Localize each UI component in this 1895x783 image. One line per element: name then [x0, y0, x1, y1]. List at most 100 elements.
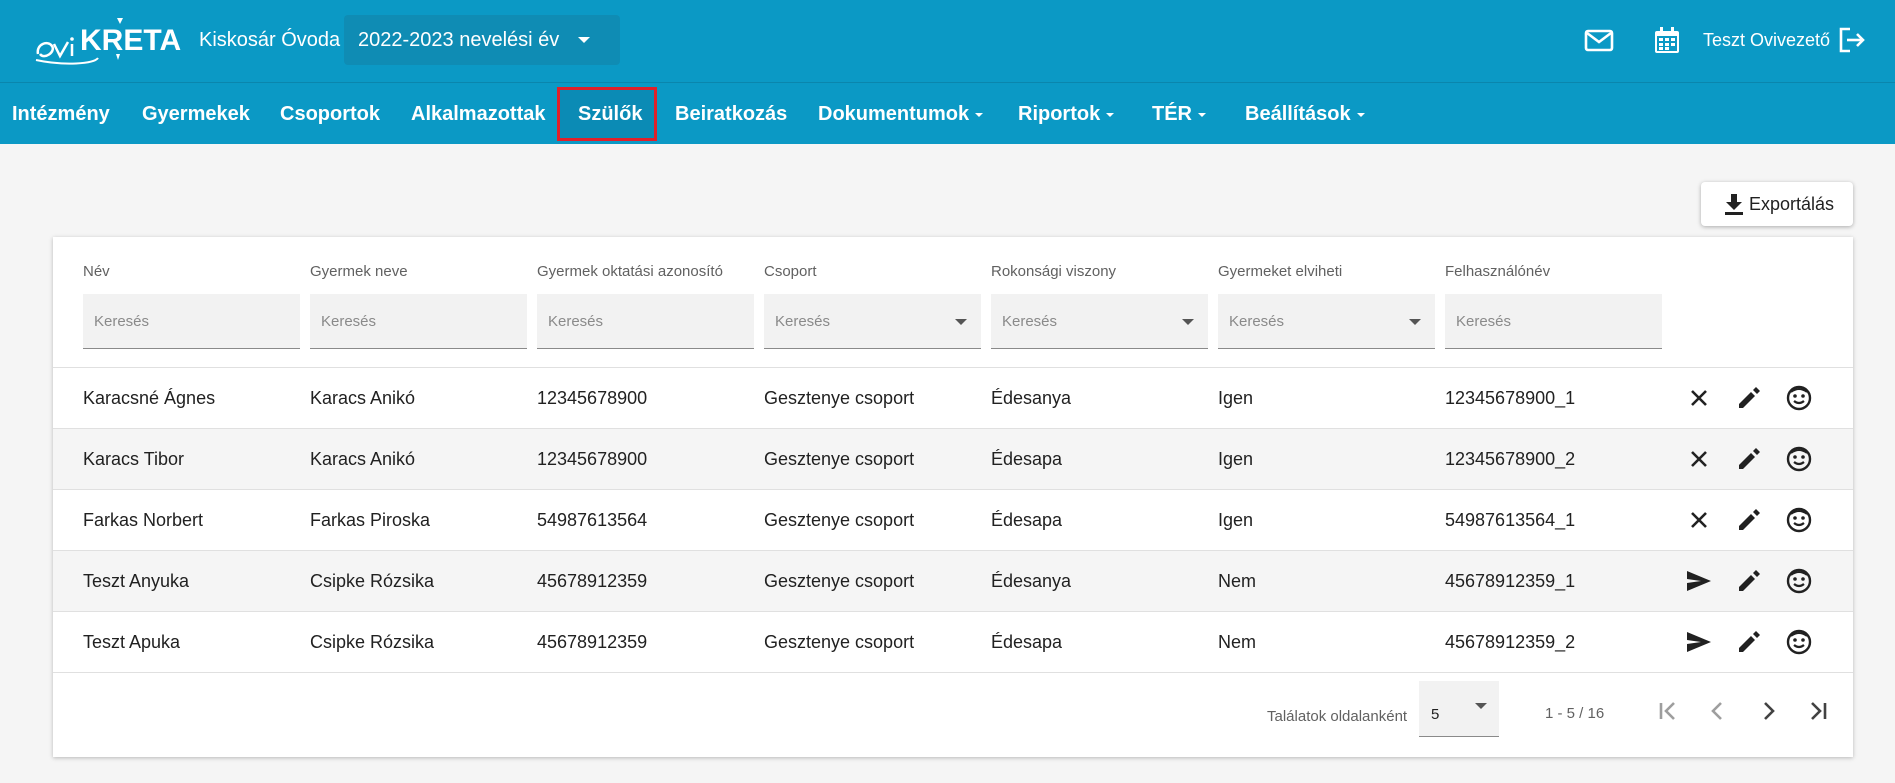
cell-username: 12345678900_1 — [1445, 388, 1576, 408]
per-page-value: 5 — [1431, 706, 1440, 723]
edit-icon[interactable] — [1735, 628, 1763, 656]
main-nav: Intézmény Gyermekek Csoportok Alkalmazot… — [0, 82, 1895, 144]
close-icon[interactable] — [1685, 506, 1713, 534]
nav-item-riportok[interactable]: Riportok — [1018, 83, 1115, 145]
nav-item-beallitasok[interactable]: Beállítások — [1245, 83, 1365, 145]
cell-child-id: 54987613564 — [537, 510, 648, 530]
cell-name: Farkas Norbert — [83, 510, 204, 530]
nav-item-alkalmazottak[interactable]: Alkalmazottak — [411, 83, 546, 145]
cell-child-name: Csipke Rózsika — [310, 571, 435, 591]
export-button[interactable]: Exportálás — [1701, 182, 1853, 226]
school-year-select[interactable]: 2022-2023 nevelési év — [344, 15, 620, 65]
per-page-select[interactable]: 5 — [1419, 681, 1499, 737]
column-header-name[interactable]: Név — [83, 263, 110, 280]
next-page-icon[interactable] — [1753, 696, 1783, 726]
face-icon[interactable] — [1785, 506, 1813, 534]
caret-down-icon — [1198, 112, 1206, 117]
user-name[interactable]: Teszt Ovivezető — [1703, 30, 1830, 51]
chevron-down-icon — [578, 37, 590, 43]
download-icon — [1723, 192, 1745, 216]
cell-child-name: Karacs Anikó — [310, 388, 416, 408]
nav-item-intezmeny[interactable]: Intézmény — [12, 83, 110, 145]
cell-can-pick-up: Nem — [1218, 571, 1257, 591]
send-icon[interactable] — [1685, 567, 1713, 595]
filter-can-pick-up-select[interactable] — [1218, 294, 1435, 348]
cell-child-id: 12345678900 — [537, 388, 648, 408]
caret-down-icon — [975, 112, 984, 117]
column-header-group[interactable]: Csoport — [764, 263, 817, 280]
cell-username: 54987613564_1 — [1445, 510, 1576, 530]
table-row: Teszt Apuka Csipke Rózsika 45678912359 Gesz… — [53, 612, 1853, 673]
face-icon[interactable] — [1785, 384, 1813, 412]
cell-can-pick-up: Igen — [1218, 388, 1254, 408]
nav-label: Intézmény — [12, 103, 110, 125]
filter-relation-select[interactable] — [991, 294, 1208, 348]
edit-icon[interactable] — [1735, 445, 1763, 473]
chevron-down-icon — [955, 319, 967, 325]
table-row: Karacs Tibor Karacs Anikó 12345678900 Geszt… — [53, 429, 1853, 490]
nav-item-dokumentumok[interactable]: Dokumentumok — [818, 83, 984, 145]
edit-icon[interactable] — [1735, 384, 1763, 412]
nav-item-beiratkozas[interactable]: Beiratkozás — [675, 83, 787, 145]
cell-relation: Édesanya — [991, 571, 1072, 591]
filter-child-name-input[interactable] — [310, 294, 527, 348]
institution-name: Kiskosár Óvoda — [199, 29, 341, 51]
cell-can-pick-up: Igen — [1218, 510, 1254, 530]
cell-relation: Édesapa — [991, 449, 1063, 469]
face-icon[interactable] — [1785, 567, 1813, 595]
nav-item-szulok[interactable]: Szülők — [578, 83, 642, 145]
filter-child-id — [537, 294, 754, 349]
edit-icon[interactable] — [1735, 567, 1763, 595]
first-page-icon[interactable] — [1653, 696, 1683, 726]
ovikreta-logo[interactable]: KRETA — [34, 14, 184, 66]
cell-name: Teszt Anyuka — [83, 571, 190, 591]
logout-icon[interactable] — [1836, 24, 1868, 56]
cell-relation: Édesapa — [991, 510, 1063, 530]
prev-page-icon[interactable] — [1703, 696, 1733, 726]
edit-icon[interactable] — [1735, 506, 1763, 534]
filter-username-input[interactable] — [1445, 294, 1662, 348]
cell-relation: Édesanya — [991, 388, 1072, 408]
cell-child-name: Csipke Rózsika — [310, 632, 435, 652]
cell-group: Gesztenye csoport — [764, 632, 915, 652]
face-icon[interactable] — [1785, 445, 1813, 473]
cell-username: 45678912359_1 — [1445, 571, 1576, 591]
column-header-username[interactable]: Felhasználónév — [1445, 263, 1550, 280]
last-page-icon[interactable] — [1803, 696, 1833, 726]
column-header-relation[interactable]: Rokonsági viszony — [991, 263, 1116, 280]
face-icon[interactable] — [1785, 628, 1813, 656]
caret-down-icon — [1356, 112, 1365, 117]
nav-item-csoportok[interactable]: Csoportok — [280, 83, 380, 145]
filter-child-id-input[interactable] — [537, 294, 754, 348]
column-header-child-name[interactable]: Gyermek neve — [310, 263, 408, 280]
school-year-value: 2022-2023 nevelési év — [358, 29, 560, 51]
calendar-icon[interactable] — [1651, 24, 1683, 56]
close-icon[interactable] — [1685, 445, 1713, 473]
cell-name: Karacs Tibor — [83, 449, 185, 469]
mail-icon[interactable] — [1583, 24, 1615, 56]
chevron-down-icon — [1475, 703, 1487, 709]
filter-username — [1445, 294, 1662, 349]
cell-group: Gesztenye csoport — [764, 571, 915, 591]
chevron-down-icon — [1182, 319, 1194, 325]
filter-group — [764, 294, 981, 349]
cell-child-name: Farkas Piroska — [310, 510, 431, 530]
cell-name: Teszt Apuka — [83, 632, 181, 652]
cell-child-id: 12345678900 — [537, 449, 648, 469]
table-row: Teszt Anyuka Csipke Rózsika 45678912359 Ges… — [53, 551, 1853, 612]
column-header-can-pick-up[interactable]: Gyermeket elviheti — [1218, 263, 1342, 280]
close-icon[interactable] — [1685, 384, 1713, 412]
filter-group-select[interactable] — [764, 294, 981, 348]
filter-name-input[interactable] — [83, 294, 300, 348]
nav-label: Gyermekek — [142, 103, 250, 125]
cell-username: 12345678900_2 — [1445, 449, 1576, 469]
nav-label: TÉR — [1152, 103, 1192, 125]
nav-item-ter[interactable]: TÉR — [1152, 83, 1206, 145]
column-header-child-id[interactable]: Gyermek oktatási azonosító — [537, 263, 723, 280]
nav-item-gyermekek[interactable]: Gyermekek — [142, 83, 250, 145]
nav-label: Csoportok — [280, 103, 380, 125]
nav-label: Dokumentumok — [818, 103, 970, 125]
cell-child-name: Karacs Anikó — [310, 449, 416, 469]
cell-child-id: 45678912359 — [537, 632, 648, 652]
send-icon[interactable] — [1685, 628, 1713, 656]
